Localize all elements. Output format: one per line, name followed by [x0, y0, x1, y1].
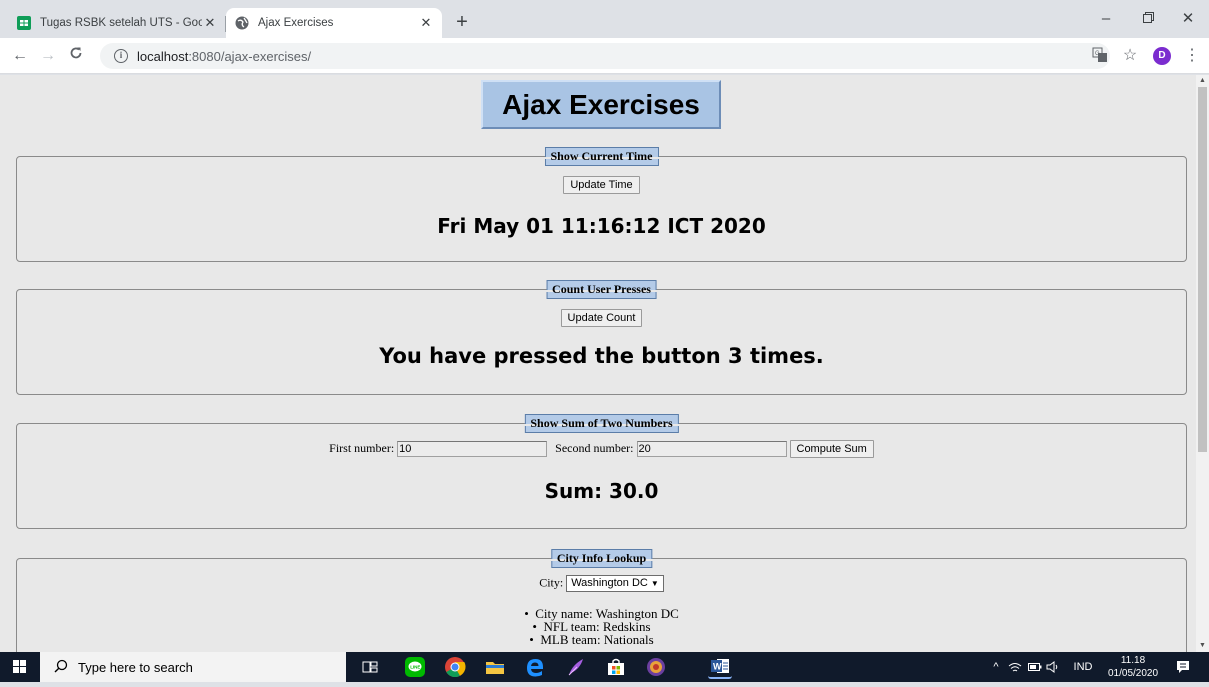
- tab-ajax-exercises[interactable]: Ajax Exercises ✕: [226, 8, 442, 38]
- sum-section: Show Sum of Two Numbers First number: Se…: [16, 414, 1187, 529]
- translate-icon[interactable]: G: [1091, 47, 1109, 65]
- wifi-icon[interactable]: [1006, 652, 1024, 682]
- game-app-icon[interactable]: [644, 655, 668, 679]
- current-time-result: Fri May 01 11:16:12 ICT 2020: [437, 214, 766, 238]
- close-tab-icon[interactable]: ✕: [202, 15, 218, 31]
- menu-kebab-icon[interactable]: ⋮: [1183, 47, 1201, 65]
- google-sheets-icon: [16, 15, 32, 31]
- profile-avatar[interactable]: D: [1153, 47, 1171, 65]
- site-info-icon[interactable]: i: [114, 49, 128, 63]
- page-title: Ajax Exercises: [481, 80, 721, 129]
- forward-icon[interactable]: →: [36, 44, 60, 68]
- list-item: • MLB team: Nationals: [529, 632, 654, 647]
- first-number-input[interactable]: [397, 441, 548, 457]
- address-bar[interactable]: i localhost:8080/ajax-exercises/: [100, 43, 1110, 69]
- clock-time: 11.18: [1120, 655, 1146, 666]
- chevron-up-icon[interactable]: ^: [988, 652, 1004, 682]
- new-tab-icon[interactable]: +: [450, 11, 474, 35]
- windows-start-icon[interactable]: [0, 652, 40, 682]
- svg-text:G: G: [1095, 51, 1100, 57]
- tab-google-sheets[interactable]: Tugas RSBK setelah UTS - Google ✕: [8, 8, 226, 38]
- close-window-icon[interactable]: ✕: [1168, 4, 1208, 34]
- microsoft-store-icon[interactable]: [604, 655, 628, 679]
- count-section-legend: Count User Presses: [543, 280, 660, 299]
- update-time-button[interactable]: Update Time: [563, 176, 640, 194]
- city-label: City:: [539, 575, 564, 590]
- url-path: :8080/ajax-exercises/: [188, 48, 312, 64]
- time-section: Show Current Time Update Time Fri May 01…: [16, 147, 1187, 262]
- city-section: City Info Lookup City: Washington DC ▼ •…: [16, 549, 1187, 652]
- browser-toolbar: ← → i localhost:8080/ajax-exercises/ G ☆…: [0, 38, 1209, 74]
- volume-icon[interactable]: [1044, 652, 1062, 682]
- edge-icon[interactable]: [523, 655, 547, 679]
- browser-tab-strip: Tugas RSBK setelah UTS - Google ✕ Ajax E…: [0, 0, 1209, 38]
- count-section: Count User Presses Update Count You have…: [16, 280, 1187, 395]
- notification-icon[interactable]: [1170, 652, 1196, 682]
- first-number-label: First number:: [329, 440, 395, 455]
- word-icon[interactable]: W: [708, 655, 732, 679]
- compute-sum-button[interactable]: Compute Sum: [789, 440, 874, 458]
- bookmark-star-icon[interactable]: ☆: [1121, 47, 1139, 65]
- line-app-icon[interactable]: LINE: [403, 655, 427, 679]
- chevron-down-icon: ▼: [650, 579, 659, 588]
- back-icon[interactable]: ←: [8, 44, 32, 68]
- tab-title: Tugas RSBK setelah UTS - Google: [40, 17, 202, 29]
- sum-result: Sum: 30.0: [544, 479, 659, 503]
- language-indicator[interactable]: IND: [1066, 652, 1100, 682]
- taskbar-search[interactable]: Type here to search: [40, 652, 346, 682]
- city-select[interactable]: Washington DC ▼: [566, 575, 664, 592]
- file-explorer-icon[interactable]: [483, 655, 507, 679]
- scroll-up-icon[interactable]: ▲: [1196, 75, 1209, 87]
- city-section-legend: City Info Lookup: [547, 549, 656, 568]
- time-section-legend: Show Current Time: [541, 147, 662, 166]
- minimize-icon[interactable]: –: [1086, 4, 1126, 34]
- tab-title: Ajax Exercises: [258, 17, 334, 29]
- url-host: localhost: [137, 48, 189, 64]
- battery-icon[interactable]: [1026, 652, 1044, 682]
- page-content: Ajax Exercises Show Current Time Update …: [0, 75, 1196, 652]
- second-number-input[interactable]: [636, 441, 787, 457]
- search-placeholder: Type here to search: [78, 659, 193, 675]
- search-icon: [54, 659, 68, 676]
- taskbar-clock[interactable]: 11.18 01/05/2020: [1108, 654, 1158, 680]
- vertical-scrollbar[interactable]: ▲ ▼: [1196, 75, 1209, 652]
- restore-icon[interactable]: [1128, 4, 1168, 34]
- second-number-label: Second number:: [555, 440, 634, 455]
- city-select-value: Washington DC: [571, 577, 648, 589]
- chrome-icon[interactable]: [443, 655, 467, 679]
- scroll-down-icon[interactable]: ▼: [1196, 640, 1209, 652]
- windows-taskbar: Type here to search LINE W ^ IND 11.18 0…: [0, 652, 1209, 682]
- svg-text:W: W: [713, 662, 722, 672]
- update-count-button[interactable]: Update Count: [560, 309, 643, 327]
- press-count-result: You have pressed the button 3 times.: [379, 344, 824, 368]
- feather-app-icon[interactable]: [564, 655, 588, 679]
- svg-text:LINE: LINE: [410, 665, 420, 670]
- clock-date: 01/05/2020: [1108, 668, 1159, 679]
- reload-icon[interactable]: [64, 44, 88, 68]
- sum-section-legend: Show Sum of Two Numbers: [521, 414, 682, 433]
- close-tab-icon[interactable]: ✕: [418, 15, 434, 31]
- task-view-icon[interactable]: [358, 655, 382, 679]
- scrollbar-thumb[interactable]: [1198, 87, 1207, 452]
- globe-icon: [234, 15, 250, 31]
